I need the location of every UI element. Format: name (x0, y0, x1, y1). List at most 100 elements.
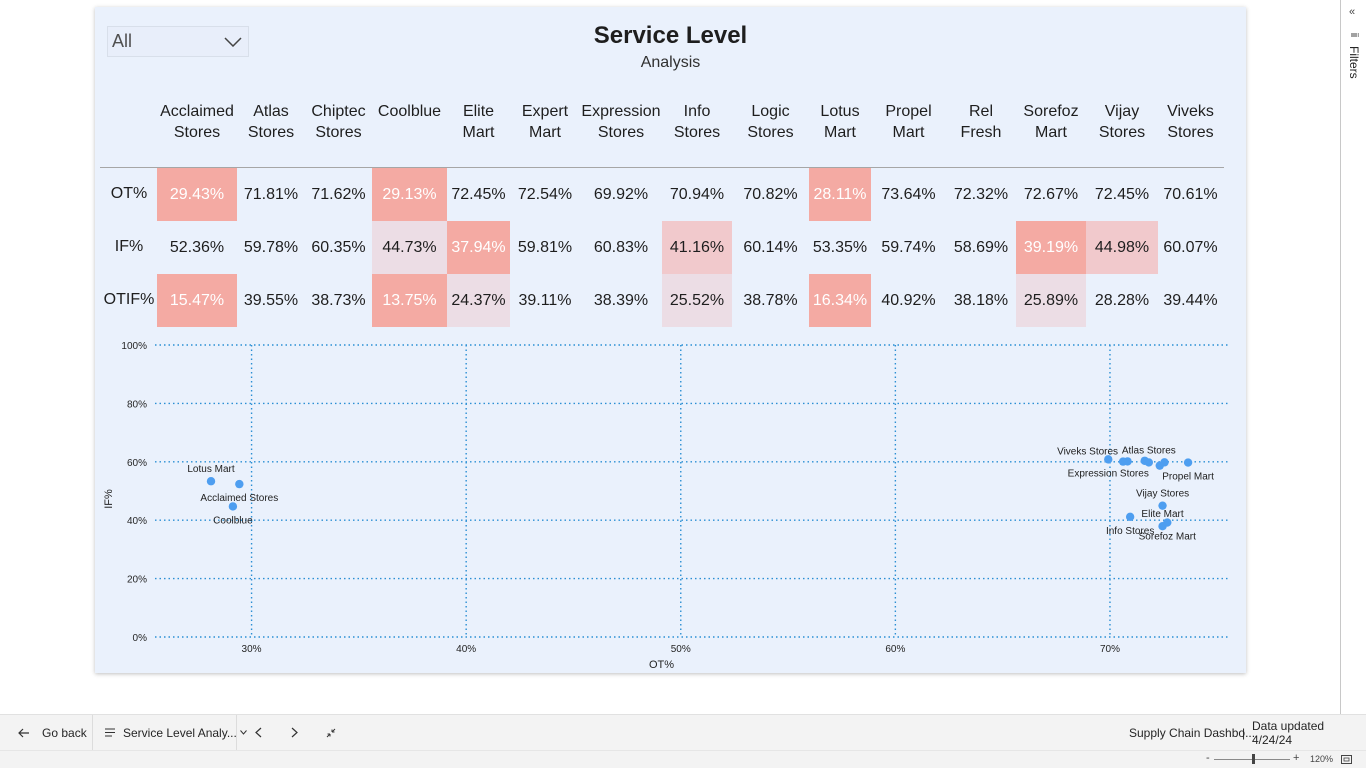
matrix-cell[interactable]: 24.37% (447, 274, 510, 327)
matrix-cell[interactable]: 39.19% (1016, 221, 1086, 274)
nav-divider (236, 715, 237, 750)
matrix-cell[interactable]: 44.98% (1086, 221, 1158, 274)
y-axis-title: IF% (103, 489, 115, 509)
funnel-icon: ≕ (1350, 30, 1360, 41)
matrix-cell[interactable]: 28.11% (809, 168, 871, 221)
page-menu-label: Service Level Analy... (123, 725, 237, 740)
matrix-cell[interactable]: 70.61% (1158, 168, 1223, 221)
matrix-cell[interactable]: 39.44% (1158, 274, 1223, 327)
matrix-cell[interactable]: 70.94% (662, 168, 732, 221)
matrix-cell[interactable]: 28.28% (1086, 274, 1158, 327)
matrix-column-header: Logic Stores (747, 103, 794, 141)
matrix-row-header: IF% (114, 238, 144, 255)
data-label: Coolblue (213, 515, 253, 526)
matrix-cell[interactable]: 16.34% (809, 274, 871, 327)
matrix-cell[interactable]: 60.14% (732, 221, 809, 274)
matrix-cell[interactable]: 60.35% (305, 221, 372, 274)
matrix-cell[interactable]: 13.75% (372, 274, 447, 327)
scatter-point[interactable] (1155, 461, 1164, 470)
filters-pane-collapsed[interactable]: « ≕ Filters (1340, 0, 1366, 714)
y-tick-label: 40% (127, 516, 147, 527)
matrix-cell[interactable]: 38.39% (580, 274, 662, 327)
zoom-in-button[interactable]: + (1293, 752, 1299, 764)
report-navigation-bar: Go back Service Level Analy... Supply Ch… (0, 714, 1366, 750)
status-bar: - + 120% (0, 750, 1366, 768)
matrix-cell[interactable]: 44.73% (372, 221, 447, 274)
matrix-cell[interactable]: 60.83% (580, 221, 662, 274)
matrix-cell[interactable]: 41.16% (662, 221, 732, 274)
matrix-cell[interactable]: 39.55% (237, 274, 305, 327)
scatter-point[interactable] (1125, 512, 1135, 522)
data-label: Propel Mart (1162, 472, 1214, 483)
matrix-column-header: Acclaimed Stores (160, 103, 234, 141)
report-visual-container: All Service Level Analysis Acclaimed Stor… (95, 7, 1246, 673)
matrix-cell[interactable]: 72.32% (946, 168, 1016, 221)
matrix-cell[interactable]: 59.81% (510, 221, 580, 274)
next-page-button[interactable] (291, 715, 298, 750)
matrix-column-header: Vijay Stores (1098, 103, 1146, 141)
matrix-cell[interactable]: 29.43% (157, 168, 237, 221)
previous-page-button[interactable] (255, 715, 262, 750)
arrow-left-icon (18, 728, 29, 737)
go-back-button[interactable]: Go back (18, 715, 87, 750)
scatter-point[interactable] (235, 479, 244, 489)
matrix-cell[interactable]: 25.89% (1016, 274, 1086, 327)
matrix-cell[interactable]: 53.35% (809, 221, 871, 274)
scatter-point[interactable] (1183, 458, 1193, 467)
matrix-column-header: Elite Mart (462, 103, 495, 141)
matrix-cell[interactable]: 72.45% (447, 168, 510, 221)
y-tick-label: 60% (127, 458, 147, 469)
matrix-cell[interactable]: 38.73% (305, 274, 372, 327)
x-tick-label: 30% (242, 644, 262, 655)
matrix-cell[interactable]: 58.69% (946, 221, 1016, 274)
x-tick-label: 60% (885, 644, 905, 655)
matrix-cell[interactable]: 38.78% (732, 274, 809, 327)
status-divider: | (1242, 725, 1246, 740)
x-tick-label: 50% (671, 644, 691, 655)
x-tick-label: 70% (1100, 644, 1120, 655)
matrix-column-header: Lotus Mart (820, 103, 860, 141)
zoom-out-button[interactable]: - (1206, 752, 1210, 764)
matrix-cell[interactable]: 39.11% (510, 274, 580, 327)
page-menu-button[interactable]: Service Level Analy... (105, 715, 247, 750)
service-level-matrix: Acclaimed Stores Atlas Stores Chiptec Stores C… (95, 7, 1246, 337)
zoom-slider-thumb[interactable] (1252, 754, 1255, 764)
scatter-point[interactable] (206, 477, 216, 486)
y-tick-label: 20% (127, 575, 147, 586)
matrix-cell[interactable]: 40.92% (871, 274, 946, 327)
matrix-column-header: Atlas Stores (247, 103, 295, 141)
matrix-cell[interactable]: 59.78% (237, 221, 305, 274)
matrix-cell[interactable]: 37.94% (447, 221, 510, 274)
matrix-cell[interactable]: 38.18% (946, 274, 1016, 327)
matrix-cell[interactable]: 52.36% (157, 221, 237, 274)
scatter-point[interactable] (1140, 456, 1149, 465)
report-canvas: All Service Level Analysis Acclaimed Stor… (0, 0, 1340, 714)
matrix-cell[interactable]: 69.92% (580, 168, 662, 221)
matrix-cell[interactable]: 60.07% (1158, 221, 1223, 274)
matrix-column-header: Chiptec Stores (311, 103, 366, 141)
double-chevron-left-icon[interactable]: « (1349, 6, 1355, 18)
matrix-cell[interactable]: 72.54% (510, 168, 580, 221)
matrix-row-header: OT% (110, 185, 148, 202)
filters-pane-label[interactable]: Filters (1347, 46, 1361, 79)
data-label: Elite Mart (1141, 509, 1183, 520)
matrix-cell[interactable]: 70.82% (732, 168, 809, 221)
matrix-cell[interactable]: 72.67% (1016, 168, 1086, 221)
matrix-cell[interactable]: 71.81% (237, 168, 305, 221)
exit-full-screen-button[interactable] (326, 715, 336, 750)
matrix-cell[interactable]: 71.62% (305, 168, 372, 221)
matrix-column-header: Coolblue (377, 103, 442, 120)
matrix-cell[interactable]: 59.74% (871, 221, 946, 274)
matrix-cell[interactable]: 72.45% (1086, 168, 1158, 221)
go-back-label: Go back (42, 725, 87, 740)
scatter-point[interactable] (1118, 457, 1128, 466)
chevron-left-icon (255, 727, 262, 738)
matrix-column-header: Viveks Stores (1167, 103, 1214, 141)
fit-to-page-icon[interactable] (1341, 755, 1352, 764)
matrix-column-header: Sorefoz Mart (1023, 103, 1079, 141)
matrix-cell[interactable]: 29.13% (372, 168, 447, 221)
matrix-cell[interactable]: 73.64% (871, 168, 946, 221)
matrix-cell[interactable]: 15.47% (157, 274, 237, 327)
matrix-cell[interactable]: 25.52% (662, 274, 732, 327)
y-tick-label: 100% (121, 341, 147, 352)
